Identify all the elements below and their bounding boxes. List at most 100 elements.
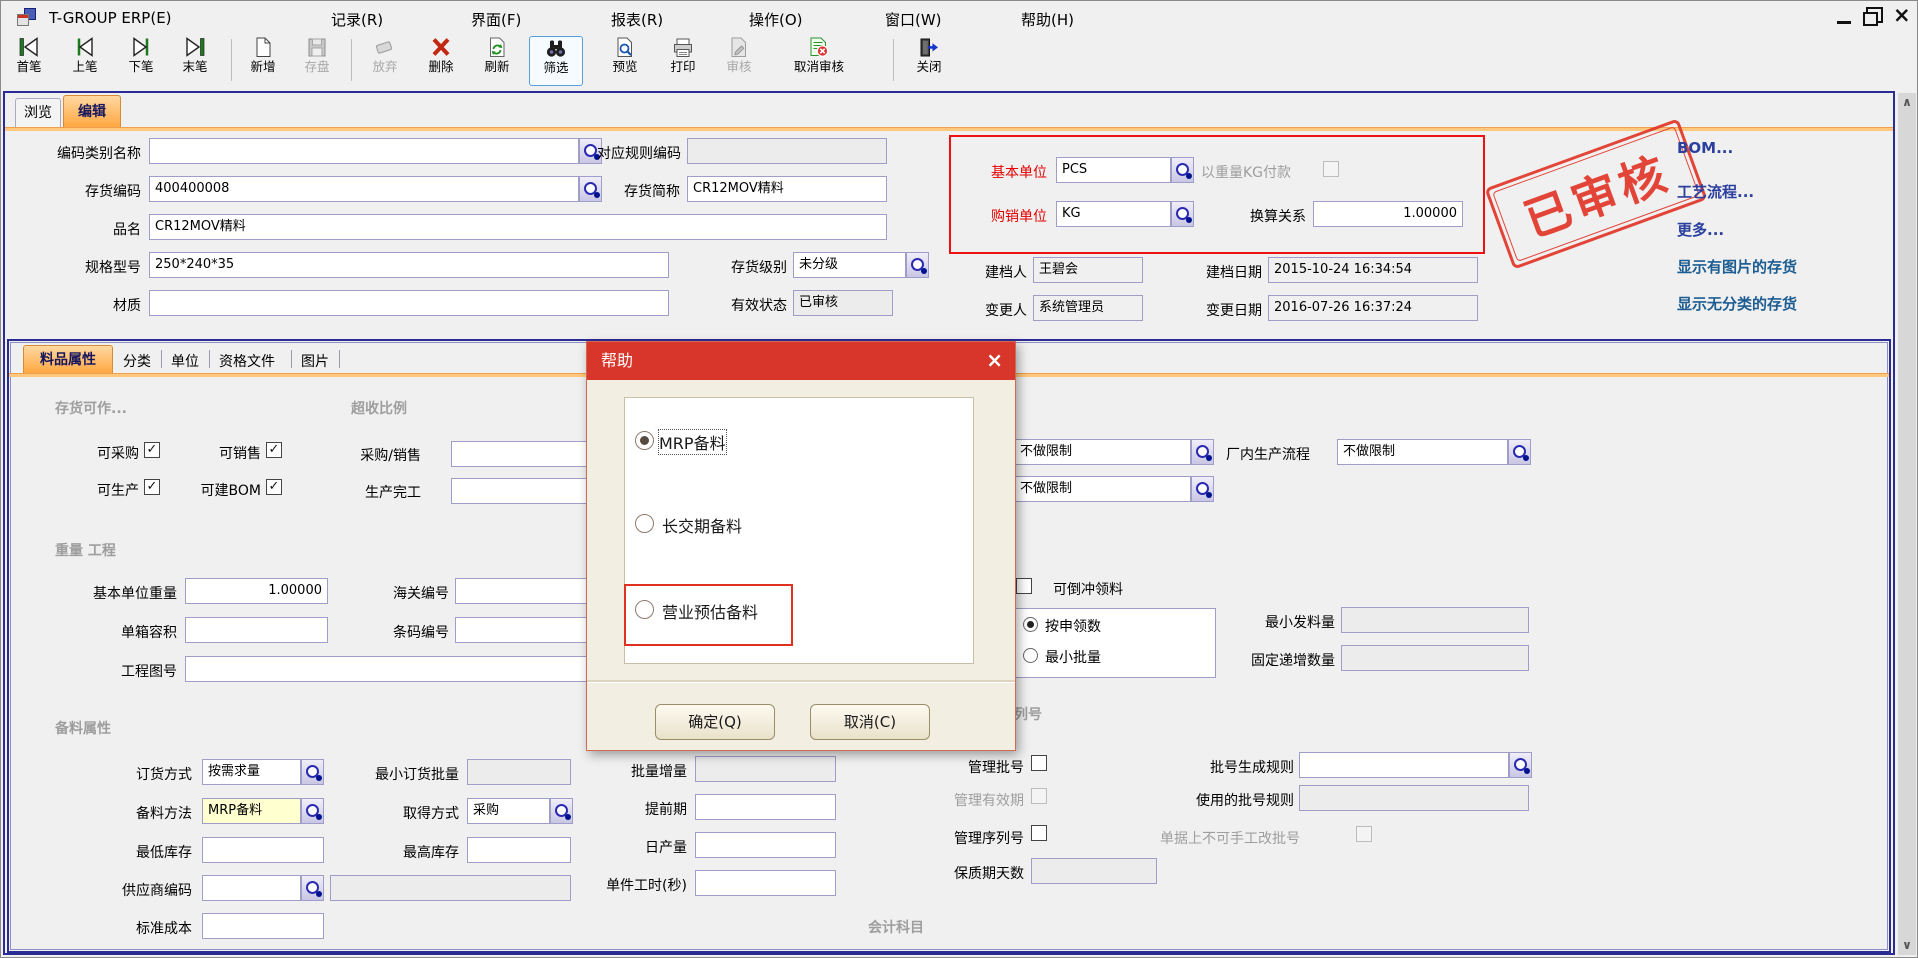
menu-window[interactable]: 窗口(W) <box>885 9 942 30</box>
base-unit-weight-field[interactable]: 1.00000 <box>185 578 328 604</box>
manage-serial-checkbox[interactable] <box>1031 825 1047 841</box>
help-dialog-titlebar[interactable]: 帮助 <box>587 342 1015 380</box>
toolbar-preview-button[interactable]: 预览 <box>601 36 649 86</box>
batch-rule-lookup-icon[interactable] <box>1509 752 1532 778</box>
vendor-code-lookup-icon[interactable] <box>301 875 324 901</box>
toolbar-prev-button[interactable]: 上笔 <box>61 36 109 86</box>
restriction-2-lookup-icon[interactable] <box>1191 476 1214 502</box>
tab-browse[interactable]: 浏览 <box>15 98 61 128</box>
menu-report[interactable]: 报表(R) <box>611 9 663 30</box>
can-sell-checkbox[interactable]: ✓ <box>266 442 282 458</box>
cancel-button[interactable]: 取消(C) <box>810 704 930 740</box>
toolbar-cancel-audit-button[interactable]: 取消审核 <box>771 36 867 86</box>
subtab-unit[interactable]: 单位 <box>171 351 199 371</box>
tab-edit[interactable]: 编辑 <box>63 95 121 128</box>
menu-record[interactable]: 记录(R) <box>331 9 383 30</box>
material-field[interactable] <box>149 290 669 316</box>
code-type-field[interactable] <box>149 138 579 164</box>
changer-field: 系统管理员 <box>1033 295 1143 321</box>
backflush-checkbox[interactable] <box>1016 578 1032 594</box>
audit-pencil-icon <box>727 36 751 59</box>
subtab-item-attributes[interactable]: 料品属性 <box>23 345 113 374</box>
restore-icon[interactable] <box>1863 12 1878 26</box>
inv-abbr-field[interactable]: CR12MOV精料 <box>687 176 887 202</box>
min-batch-radio[interactable] <box>1023 648 1038 663</box>
option-mrp-radio[interactable] <box>635 431 654 450</box>
base-unit-lookup-icon[interactable] <box>1171 157 1194 183</box>
vendor-code-field[interactable] <box>202 875 301 901</box>
can-bom-checkbox[interactable]: ✓ <box>266 479 282 495</box>
used-rule-field <box>1299 785 1529 811</box>
option-long-lead-radio[interactable] <box>635 514 654 533</box>
scroll-down-icon[interactable]: ∨ <box>1898 937 1916 953</box>
trade-unit-lookup-icon[interactable] <box>1171 201 1194 227</box>
factory-flow-lookup-icon[interactable] <box>1508 439 1531 465</box>
inv-code-field[interactable]: 400400008 <box>149 176 579 202</box>
toolbar-first-button[interactable]: 首笔 <box>5 36 53 86</box>
option-sales-forecast-radio[interactable] <box>635 600 654 619</box>
std-cost-field[interactable] <box>202 913 324 939</box>
rule-code-label: 对应规则编码 <box>571 143 681 163</box>
menu-operate[interactable]: 操作(O) <box>749 9 803 30</box>
close-icon[interactable]: × <box>1893 3 1911 27</box>
factory-flow-field[interactable]: 不做限制 <box>1337 439 1508 465</box>
ok-button[interactable]: 确定(Q) <box>655 704 775 740</box>
creator-label: 建档人 <box>957 262 1027 282</box>
order-mode-field[interactable]: 按需求量 <box>202 759 301 785</box>
option-sales-forecast-label[interactable]: 营业预估备料 <box>662 599 758 623</box>
binoculars-icon <box>544 37 568 60</box>
product-name-field[interactable]: CR12MOV精料 <box>149 214 887 240</box>
subtab-qualification[interactable]: 资格文件 <box>219 351 275 371</box>
manage-batch-checkbox[interactable] <box>1031 755 1047 771</box>
conversion-field[interactable]: 1.00000 <box>1313 201 1463 227</box>
max-stock-field[interactable] <box>467 837 571 863</box>
dialog-close-icon[interactable]: × <box>986 348 1003 372</box>
toolbar-last-button[interactable]: 末笔 <box>171 36 219 86</box>
toolbar-next-button[interactable]: 下笔 <box>117 36 165 86</box>
option-long-lead-label[interactable]: 长交期备料 <box>662 513 742 537</box>
spec-field[interactable]: 250*240*35 <box>149 252 669 278</box>
unit-worktime-field[interactable] <box>695 870 836 896</box>
option-mrp-label[interactable]: MRP备料 <box>659 430 726 454</box>
acquire-mode-lookup-icon[interactable] <box>550 798 573 824</box>
menu-help[interactable]: 帮助(H) <box>1021 9 1074 30</box>
link-process-flow[interactable]: 工艺流程... <box>1677 181 1754 202</box>
can-make-checkbox[interactable]: ✓ <box>144 479 160 495</box>
scroll-up-icon[interactable]: ∧ <box>1898 94 1916 110</box>
toolbar-refresh-button[interactable]: 刷新 <box>473 36 521 86</box>
restriction-1-lookup-icon[interactable] <box>1191 439 1214 465</box>
min-issue-label: 最小发料量 <box>1245 612 1335 632</box>
restriction-field-2[interactable]: 不做限制 <box>1014 476 1191 502</box>
lead-time-field[interactable] <box>695 794 836 820</box>
toolbar-delete-button[interactable]: 删除 <box>417 36 465 86</box>
trade-unit-field[interactable]: KG <box>1056 201 1171 227</box>
inv-level-field[interactable]: 未分级 <box>793 252 906 278</box>
can-buy-checkbox[interactable]: ✓ <box>144 442 160 458</box>
subtab-image[interactable]: 图片 <box>301 351 329 371</box>
base-unit-field[interactable]: PCS <box>1056 157 1171 183</box>
subtab-category[interactable]: 分类 <box>123 351 151 371</box>
box-volume-field[interactable] <box>185 617 328 643</box>
prep-method-lookup-icon[interactable] <box>301 798 324 824</box>
minimize-icon[interactable] <box>1837 21 1851 24</box>
toolbar-filter-button[interactable]: 筛选 <box>529 36 583 86</box>
toolbar-close-button[interactable]: 关闭 <box>905 36 953 86</box>
inv-level-lookup-icon[interactable] <box>906 252 929 278</box>
by-request-radio[interactable] <box>1023 617 1038 632</box>
acquire-mode-field[interactable]: 采购 <box>467 798 550 824</box>
prep-method-field[interactable]: MRP备料 <box>202 798 301 824</box>
link-bom[interactable]: BOM... <box>1677 139 1733 157</box>
link-show-with-images[interactable]: 显示有图片的存货 <box>1677 256 1797 277</box>
menu-interface[interactable]: 界面(F) <box>471 9 521 30</box>
daily-output-field[interactable] <box>695 832 836 858</box>
link-show-unclassified[interactable]: 显示无分类的存货 <box>1677 293 1797 314</box>
order-mode-lookup-icon[interactable] <box>301 759 324 785</box>
vertical-scrollbar[interactable] <box>1898 93 1916 955</box>
restriction-field-1[interactable]: 不做限制 <box>1014 439 1191 465</box>
batch-rule-field[interactable] <box>1299 752 1509 778</box>
toolbar-new-button[interactable]: 新增 <box>239 36 287 86</box>
min-stock-field[interactable] <box>202 837 324 863</box>
toolbar-print-button[interactable]: 打印 <box>659 36 707 86</box>
link-more[interactable]: 更多... <box>1677 219 1724 240</box>
menu-app-title[interactable]: T-GROUP ERP(E) <box>49 9 172 27</box>
